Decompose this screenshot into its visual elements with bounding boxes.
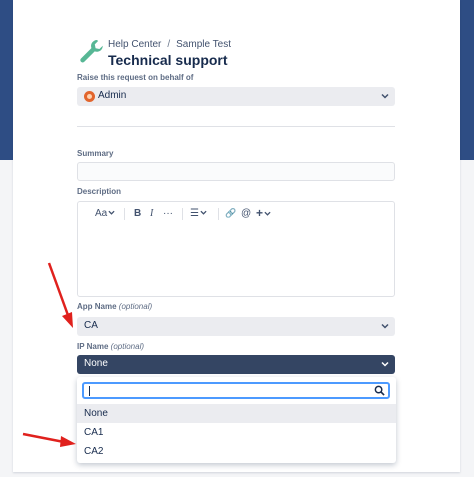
breadcrumb-separator: / [167, 39, 171, 50]
optional-tag: (optional) [118, 302, 153, 311]
breadcrumb-help-center[interactable]: Help Center [108, 39, 161, 50]
divider [77, 126, 395, 127]
chevron-down-icon [264, 211, 271, 216]
option-label: CA1 [84, 427, 104, 438]
app-name-label-text: App Name [77, 302, 117, 311]
on-behalf-select[interactable]: Admin [77, 87, 395, 106]
search-icon [374, 385, 385, 396]
option-label: CA2 [84, 446, 104, 457]
list-icon: ☰ [190, 208, 199, 219]
text-caret [89, 386, 90, 396]
dropdown-search-input[interactable] [82, 382, 390, 399]
toolbar-divider [218, 208, 219, 220]
chevron-down-icon [200, 210, 207, 215]
ip-name-value: None [84, 358, 108, 369]
summary-label: Summary [77, 149, 114, 158]
chevron-down-icon [108, 210, 115, 215]
dropdown-option-none[interactable]: None [77, 404, 396, 423]
app-name-label: App Name (optional) [77, 302, 152, 311]
on-behalf-value: Admin [98, 90, 127, 101]
breadcrumb: Help Center / Sample Test [108, 39, 231, 50]
mention-icon[interactable]: @ [241, 208, 251, 219]
optional-tag: (optional) [110, 342, 145, 351]
option-label: None [84, 408, 108, 419]
breadcrumb-sample-test[interactable]: Sample Test [176, 39, 231, 50]
insert-button[interactable]: + [256, 206, 271, 220]
summary-input[interactable] [77, 162, 395, 181]
ip-name-select[interactable]: None [77, 355, 395, 374]
chevron-down-icon [381, 361, 389, 367]
list-button[interactable]: ☰ [190, 208, 207, 219]
on-behalf-label: Raise this request on behalf of [77, 73, 194, 82]
toolbar-divider [124, 208, 125, 220]
text-style-button[interactable]: Aa [95, 208, 115, 219]
wrench-icon [80, 40, 103, 63]
link-icon[interactable]: 🔗 [225, 208, 236, 219]
editor-toolbar: Aa B I ··· ☰ 🔗 @ + [78, 202, 394, 226]
text-style-label: Aa [95, 208, 108, 219]
italic-button[interactable]: I [150, 208, 153, 219]
plus-icon: + [256, 206, 264, 220]
app-name-select[interactable]: CA [77, 317, 395, 336]
toolbar-divider [182, 208, 183, 220]
ip-name-label: IP Name (optional) [77, 342, 144, 351]
description-editor[interactable]: Aa B I ··· ☰ 🔗 @ + [77, 201, 395, 297]
dropdown-option-ca1[interactable]: CA1 [77, 423, 396, 442]
ip-name-dropdown-menu: None CA1 CA2 [77, 377, 396, 463]
description-label: Description [77, 187, 122, 196]
avatar [84, 91, 95, 102]
app-name-value: CA [84, 320, 98, 331]
dropdown-option-ca2[interactable]: CA2 [77, 442, 396, 461]
page-title: Technical support [108, 52, 228, 68]
chevron-down-icon [381, 93, 389, 99]
bold-button[interactable]: B [134, 208, 141, 219]
more-formatting-button[interactable]: ··· [163, 208, 173, 219]
ip-name-label-text: IP Name [77, 342, 109, 351]
chevron-down-icon [381, 323, 389, 329]
